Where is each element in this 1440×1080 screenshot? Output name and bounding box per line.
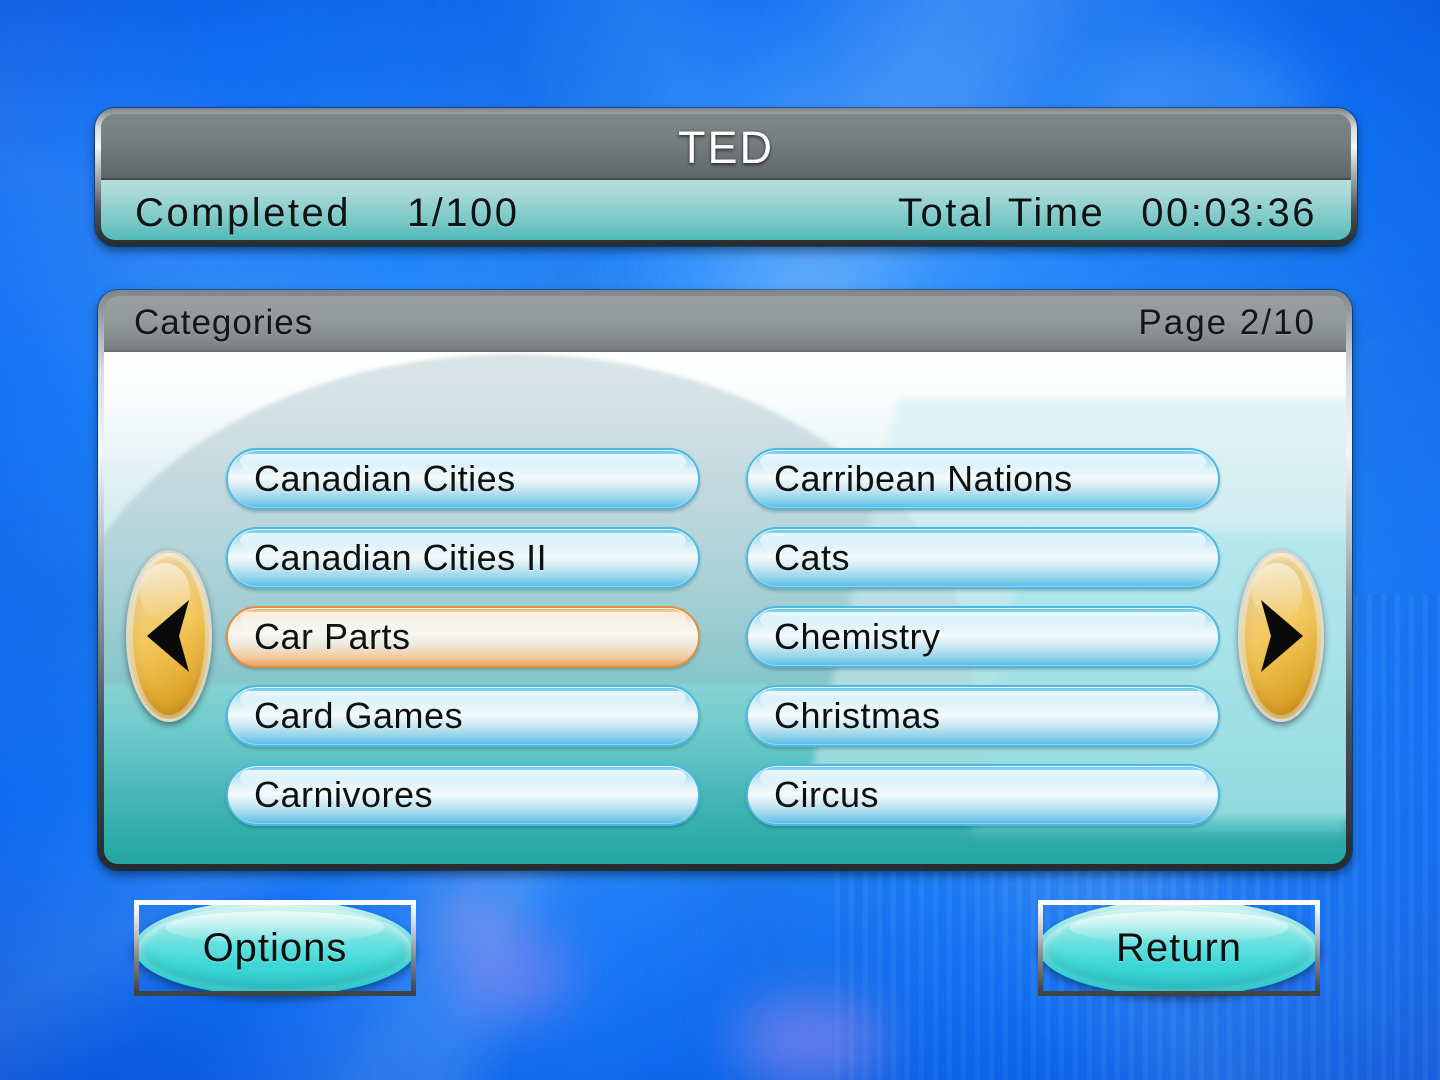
total-time-label: Total Time bbox=[898, 191, 1106, 235]
category-button[interactable]: Circus bbox=[746, 764, 1220, 826]
completed-label: Completed bbox=[135, 191, 351, 235]
category-button[interactable]: Canadian Cities bbox=[226, 448, 700, 510]
return-button[interactable]: Return bbox=[1038, 900, 1320, 996]
category-button[interactable]: Christmas bbox=[746, 685, 1220, 747]
categories-panel: Categories Page 2/10 Canadian Cities Can… bbox=[98, 290, 1352, 870]
options-button-label: Options bbox=[202, 926, 348, 970]
categories-panel-header: Categories Page 2/10 bbox=[104, 296, 1346, 350]
category-label: Cats bbox=[774, 537, 851, 578]
category-label: Canadian Cities II bbox=[254, 537, 548, 578]
game-screen: TED Completed 1/100 Total Time 00:03:36 … bbox=[0, 0, 1440, 1080]
categories-heading: Categories bbox=[134, 302, 314, 342]
category-label: Car Parts bbox=[254, 616, 411, 657]
page-indicator: Page 2/10 bbox=[1138, 302, 1316, 342]
category-button[interactable]: Chemistry bbox=[746, 606, 1220, 668]
header-panel: TED Completed 1/100 Total Time 00:03:36 bbox=[95, 108, 1357, 246]
category-button[interactable]: Carnivores bbox=[226, 764, 700, 826]
prev-page-button-face bbox=[126, 550, 212, 722]
status-bar: Completed 1/100 Total Time 00:03:36 bbox=[101, 180, 1351, 240]
categories-panel-body: Canadian Cities Canadian Cities II Car P… bbox=[104, 352, 1346, 864]
page-title: TED bbox=[678, 121, 774, 173]
category-label: Carribean Nations bbox=[774, 458, 1073, 499]
category-button[interactable]: Card Games bbox=[226, 685, 700, 747]
total-time-value: 00:03:36 bbox=[1141, 191, 1317, 235]
category-button[interactable]: Carribean Nations bbox=[746, 448, 1220, 510]
title-bar: TED bbox=[101, 114, 1351, 180]
category-button-selected[interactable]: Car Parts bbox=[226, 606, 700, 668]
category-label: Canadian Cities bbox=[254, 458, 516, 499]
category-label: Card Games bbox=[254, 695, 464, 736]
category-grid: Canadian Cities Canadian Cities II Car P… bbox=[226, 448, 1236, 826]
category-button[interactable]: Canadian Cities II bbox=[226, 527, 700, 589]
total-time-stat: Total Time 00:03:36 bbox=[898, 193, 1317, 233]
category-label: Christmas bbox=[774, 695, 941, 736]
prev-page-button[interactable] bbox=[126, 550, 212, 722]
return-button-label: Return bbox=[1115, 926, 1243, 970]
category-label: Circus bbox=[774, 774, 880, 815]
category-button[interactable]: Cats bbox=[746, 527, 1220, 589]
completed-value: 1/100 bbox=[406, 191, 520, 235]
category-label: Carnivores bbox=[254, 774, 434, 815]
next-page-button[interactable] bbox=[1238, 550, 1324, 722]
next-page-button-face bbox=[1238, 550, 1324, 722]
category-label: Chemistry bbox=[774, 616, 941, 657]
completed-stat: Completed 1/100 bbox=[135, 193, 520, 233]
options-button[interactable]: Options bbox=[134, 900, 416, 996]
category-column-left: Canadian Cities Canadian Cities II Car P… bbox=[226, 448, 700, 826]
category-column-right: Carribean Nations Cats Chemistry Christm… bbox=[746, 448, 1220, 826]
